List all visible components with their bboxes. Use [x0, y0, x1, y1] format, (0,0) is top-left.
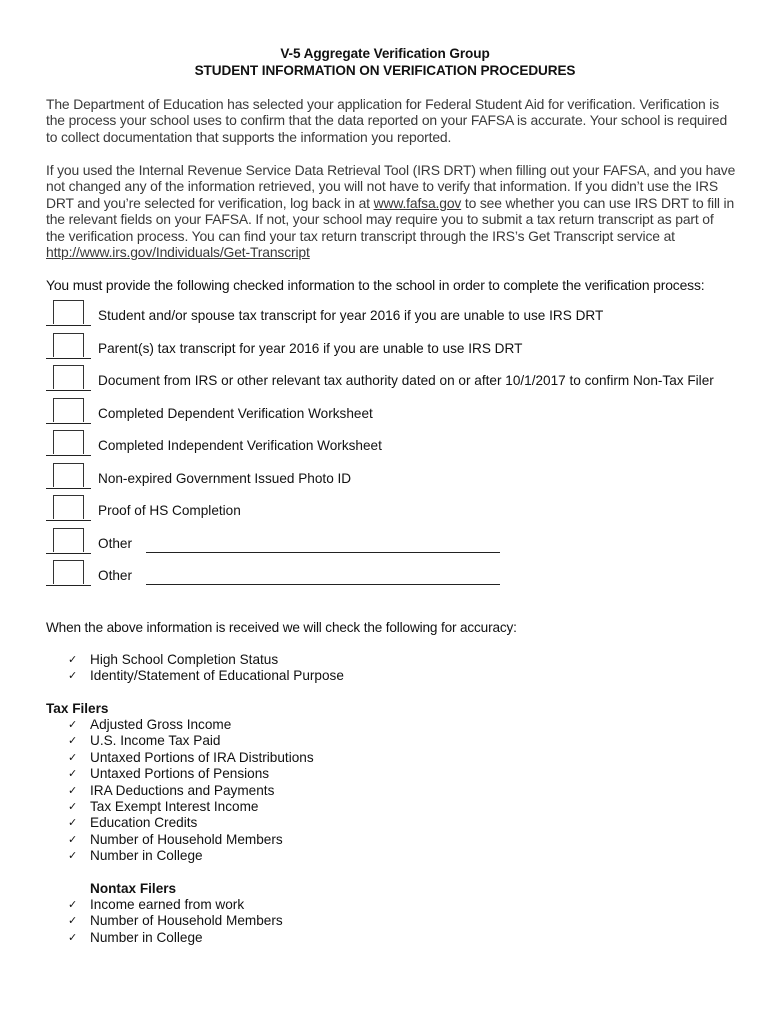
checklist-item-other: Other [46, 560, 746, 590]
document-page: V-5 Aggregate Verification Group STUDENT… [0, 0, 770, 1024]
list-item: ✓ U.S. Income Tax Paid [68, 733, 221, 749]
checklist-item-label: Parent(s) tax transcript for year 2016 i… [98, 341, 523, 356]
list-item: ✓ Tax Exempt Interest Income [68, 798, 259, 814]
list-item: ✓ Income earned from work [68, 897, 245, 912]
checklist-lead: You must provide the following checked i… [46, 277, 705, 293]
irs-transcript-link[interactable]: http://www.irs.gov/Individuals/Get-Trans… [46, 244, 310, 260]
checkmark-icon: ✓ [68, 850, 78, 863]
list-item: ✓ Education Credits [68, 815, 198, 831]
other-text-field[interactable] [146, 584, 500, 586]
other-text-field[interactable] [146, 552, 500, 554]
checkmark-icon: ✓ [68, 768, 78, 781]
list-item: ✓ IRA Deductions and Payments [68, 782, 275, 798]
checkmark-icon: ✓ [68, 654, 78, 666]
checklist-item: Non-expired Government Issued Photo ID [46, 463, 746, 493]
checklist-item: Student and/or spouse tax transcript for… [46, 300, 746, 330]
checklist-item-label: Non-expired Government Issued Photo ID [98, 471, 352, 486]
intro-paragraph-1: The Department of Education has selected… [46, 96, 728, 145]
checklist-item-label: Completed Dependent Verification Workshe… [98, 406, 373, 421]
checkmark-icon: ✓ [68, 915, 78, 928]
checkmark-icon: ✓ [68, 784, 78, 797]
checkmark-icon: ✓ [68, 670, 78, 683]
list-item: ✓ Number of Household Members [68, 831, 283, 847]
list-item: ✓ Number in College [68, 848, 203, 864]
checkbox[interactable] [46, 333, 91, 359]
checklist-item: Completed Dependent Verification Workshe… [46, 398, 746, 428]
checkbox[interactable] [46, 365, 91, 391]
checkbox[interactable] [46, 430, 91, 456]
checklist-item: Document from IRS or other relevant tax … [46, 365, 746, 395]
nontax-filers-heading: Nontax Filers [90, 881, 177, 896]
checklist-item-label: Proof of HS Completion [98, 503, 241, 518]
list-item: ✓ Number of Household Members [68, 913, 283, 929]
checkmark-icon: ✓ [68, 719, 78, 731]
checkmark-icon: ✓ [68, 751, 78, 764]
checkmark-icon: ✓ [68, 899, 78, 911]
document-subtitle: STUDENT INFORMATION ON VERIFICATION PROC… [194, 63, 576, 78]
checkbox[interactable] [46, 560, 91, 586]
document-title: V-5 Aggregate Verification Group [280, 46, 490, 61]
checklist-item: Parent(s) tax transcript for year 2016 i… [46, 333, 746, 363]
list-item: ✓ Untaxed Portions of Pensions [68, 766, 270, 782]
list-item: ✓ High School Completion Status [68, 652, 279, 667]
checkmark-icon: ✓ [68, 833, 78, 846]
checkbox[interactable] [46, 398, 91, 424]
tax-filers-list: ✓ Adjusted Gross Income ✓ U.S. Income Tax … [68, 717, 314, 865]
nontax-filers-list: ✓ Income earned from work ✓ Number of Hous… [68, 897, 283, 946]
checklist-item-label: Document from IRS or other relevant tax … [98, 373, 714, 388]
checkmark-icon: ✓ [68, 817, 78, 830]
checklist-item-label: Other [98, 536, 132, 551]
checkmark-icon: ✓ [68, 800, 78, 813]
tax-filers-heading: Tax Filers [46, 701, 109, 716]
checklist-item-label: Completed Independent Verification Works… [98, 438, 382, 453]
checklist-item-label: Other [98, 568, 132, 583]
list-item: ✓ Untaxed Portions of IRA Distributions [68, 749, 314, 765]
intro-paragraph-2: If you used the Internal Revenue Service… [46, 162, 736, 260]
checkmark-icon: ✓ [68, 735, 78, 748]
checkbox[interactable] [46, 300, 91, 326]
checklist-item-label: Student and/or spouse tax transcript for… [98, 308, 604, 323]
checklist-item: Completed Independent Verification Works… [46, 430, 746, 460]
checkbox[interactable] [46, 495, 91, 521]
checkmark-icon: ✓ [68, 931, 78, 944]
checklist-item: Proof of HS Completion [46, 495, 746, 525]
list-item: ✓ Adjusted Gross Income [68, 717, 232, 732]
accuracy-lead: When the above information is received w… [46, 620, 517, 635]
list-item: ✓ Number in College [68, 929, 203, 945]
fafsa-link[interactable]: www.fafsa.gov [374, 195, 462, 211]
list-item: ✓ Identity/Statement of Educational Purpo… [68, 668, 344, 684]
checklist-item-other: Other [46, 528, 746, 558]
general-check-list: ✓ High School Completion Status ✓ Identity… [68, 652, 344, 685]
checkbox[interactable] [46, 528, 91, 554]
checkbox[interactable] [46, 463, 91, 489]
